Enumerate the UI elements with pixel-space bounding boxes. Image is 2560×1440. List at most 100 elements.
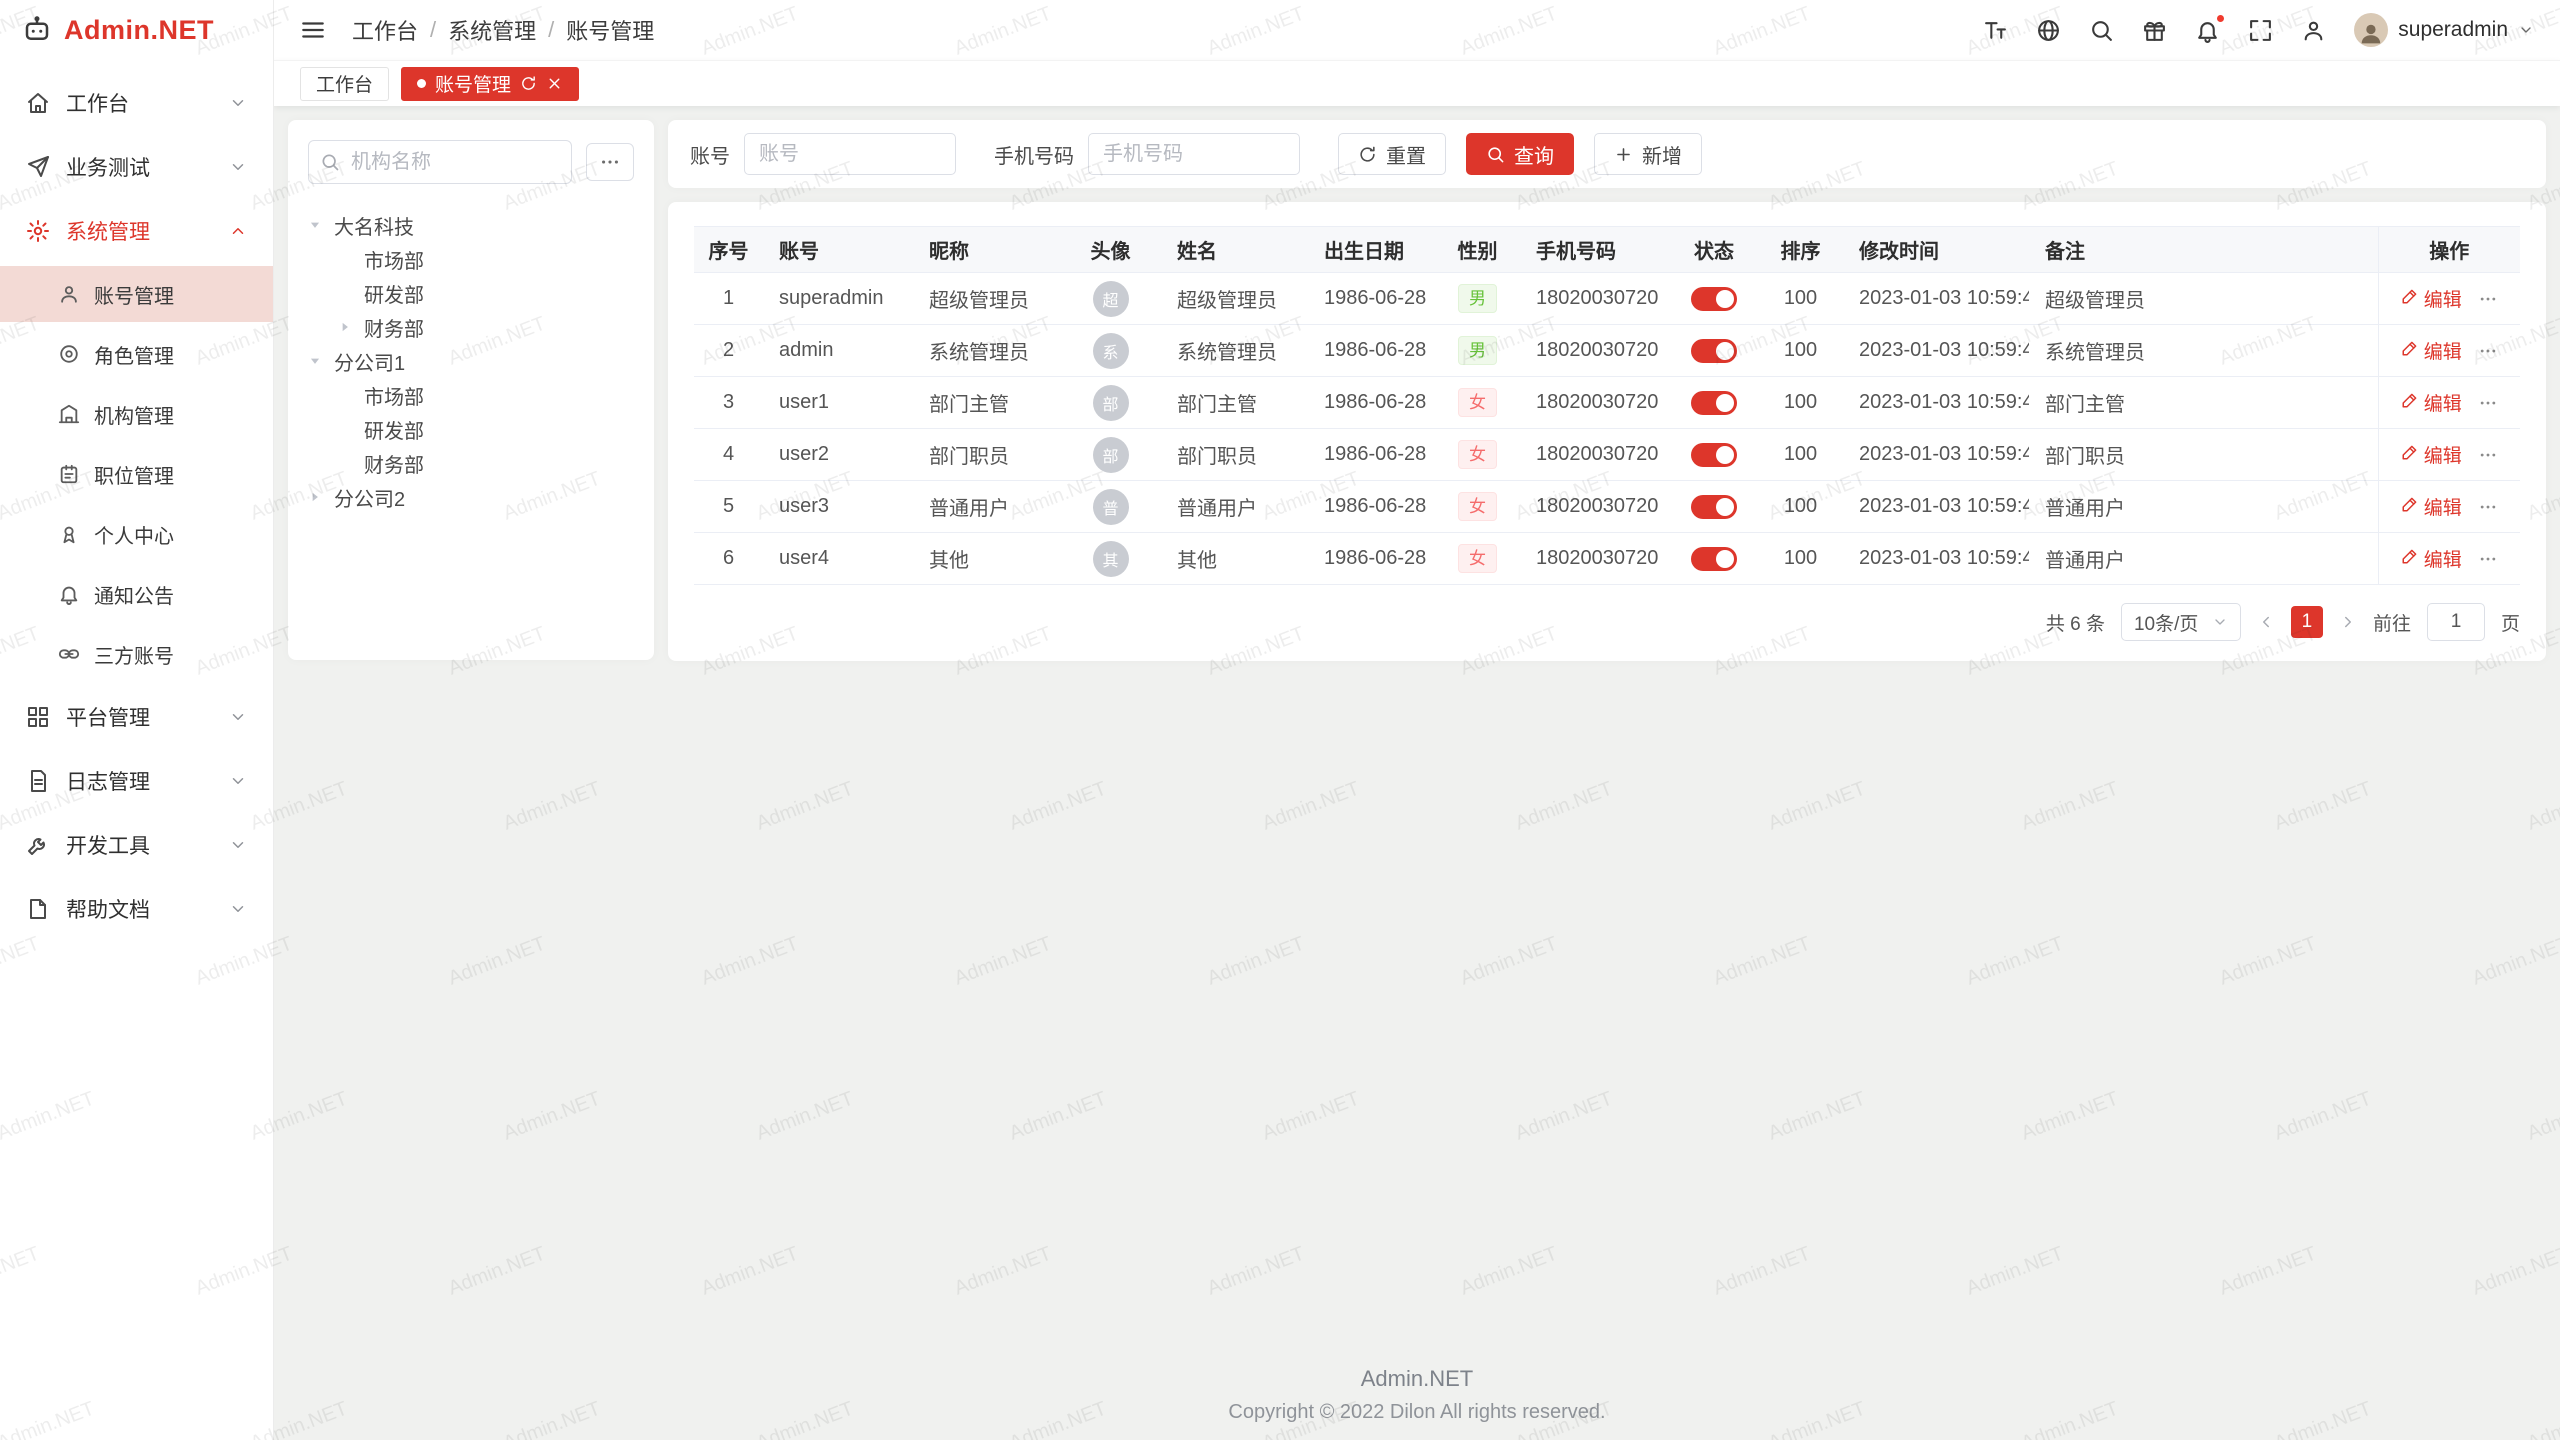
- sidebar-subitem[interactable]: 角色管理: [0, 326, 273, 382]
- search-button[interactable]: 查询: [1466, 133, 1574, 175]
- tab[interactable]: 账号管理: [401, 67, 579, 101]
- sidebar-item[interactable]: 平台管理: [0, 688, 273, 746]
- gift-icon[interactable]: [2142, 18, 2167, 43]
- tree-node[interactable]: 研发部: [308, 276, 634, 310]
- breadcrumb-separator: /: [430, 17, 436, 43]
- row-more-button[interactable]: [2478, 289, 2498, 309]
- tree-node[interactable]: 财务部: [308, 446, 634, 480]
- next-page-button[interactable]: [2339, 613, 2357, 631]
- table-row: 4user2部门职员部部门职员1986-06-28女18020030720100…: [694, 429, 2520, 481]
- cell-remark: 超级管理员: [2029, 273, 2378, 325]
- tab[interactable]: 工作台: [300, 67, 389, 101]
- sidebar-item[interactable]: 日志管理: [0, 752, 273, 810]
- prev-page-button[interactable]: [2257, 613, 2275, 631]
- tree-node-label: 研发部: [364, 279, 424, 308]
- tree-node[interactable]: 大名科技: [308, 208, 634, 242]
- tree-caret-icon[interactable]: [308, 217, 334, 233]
- globe-icon[interactable]: [2036, 18, 2061, 43]
- reset-label: 重置: [1386, 140, 1426, 169]
- tree-node[interactable]: 研发部: [308, 412, 634, 446]
- edit-button[interactable]: 编辑: [2401, 441, 2462, 468]
- breadcrumb-item[interactable]: 账号管理: [566, 14, 654, 46]
- edit-button[interactable]: 编辑: [2401, 545, 2462, 572]
- doc-icon: [26, 897, 50, 921]
- tree-node[interactable]: 分公司1: [308, 344, 634, 378]
- tree-caret-icon[interactable]: [308, 489, 334, 505]
- row-more-button[interactable]: [2478, 497, 2498, 517]
- sidebar-subitem[interactable]: 职位管理: [0, 446, 273, 502]
- edit-button[interactable]: 编辑: [2401, 493, 2462, 520]
- status-toggle[interactable]: [1691, 547, 1737, 571]
- page-size-select[interactable]: 10条/页: [2121, 603, 2241, 641]
- sidebar-subitem[interactable]: 机构管理: [0, 386, 273, 442]
- row-more-button[interactable]: [2478, 445, 2498, 465]
- sidebar-subitem[interactable]: 通知公告: [0, 566, 273, 622]
- edit-button[interactable]: 编辑: [2401, 389, 2462, 416]
- column-header: 账号: [763, 227, 913, 273]
- tree-node[interactable]: 分公司2: [308, 480, 634, 514]
- reset-button[interactable]: 重置: [1338, 133, 1446, 175]
- edit-icon: [2401, 495, 2419, 519]
- font-size-icon[interactable]: [1983, 18, 2008, 43]
- cell-remark: 部门职员: [2029, 429, 2378, 481]
- close-icon[interactable]: [546, 75, 563, 92]
- add-button[interactable]: 新增: [1594, 133, 1702, 175]
- sidebar-item[interactable]: 工作台: [0, 74, 273, 132]
- sidebar-item[interactable]: 开发工具: [0, 816, 273, 874]
- tree-caret-icon[interactable]: [308, 353, 334, 369]
- user-menu[interactable]: superadmin: [2354, 13, 2534, 47]
- status-toggle[interactable]: [1691, 339, 1737, 363]
- bell-icon[interactable]: [2195, 18, 2220, 43]
- edit-button[interactable]: 编辑: [2401, 337, 2462, 364]
- sidebar-subitem[interactable]: 账号管理: [0, 266, 273, 322]
- status-toggle[interactable]: [1691, 443, 1737, 467]
- content: 大名科技市场部研发部财务部分公司1市场部研发部财务部分公司2 账号 手机号码 重…: [274, 106, 2560, 1440]
- cell-birthdate: 1986-06-28: [1308, 429, 1435, 481]
- sidebar-subitem[interactable]: 个人中心: [0, 506, 273, 562]
- menu-collapse-icon[interactable]: [300, 17, 326, 43]
- tree-caret-spacer: [338, 421, 364, 437]
- org-search-input[interactable]: [308, 140, 572, 184]
- account-label: 账号: [690, 140, 730, 169]
- cell-actions: 编辑: [2378, 533, 2520, 585]
- tree-caret-spacer: [338, 455, 364, 471]
- row-more-button[interactable]: [2478, 549, 2498, 569]
- tree-node-label: 分公司1: [334, 347, 405, 376]
- bell-icon: [58, 583, 80, 605]
- user-icon[interactable]: [2301, 18, 2326, 43]
- status-toggle[interactable]: [1691, 391, 1737, 415]
- avatar: [2354, 13, 2388, 47]
- tree-node[interactable]: 市场部: [308, 378, 634, 412]
- tree-node[interactable]: 市场部: [308, 242, 634, 276]
- sidebar-subitem[interactable]: 三方账号: [0, 626, 273, 682]
- app-title: Admin.NET: [64, 15, 214, 46]
- status-toggle[interactable]: [1691, 495, 1737, 519]
- edit-button[interactable]: 编辑: [2401, 285, 2462, 312]
- refresh-icon[interactable]: [520, 75, 537, 92]
- row-more-button[interactable]: [2478, 393, 2498, 413]
- edit-icon: [2401, 547, 2419, 571]
- cell-birthdate: 1986-06-28: [1308, 481, 1435, 533]
- page-number-button[interactable]: 1: [2291, 606, 2323, 638]
- account-input[interactable]: [744, 133, 956, 175]
- sidebar-item-label: 日志管理: [66, 766, 150, 796]
- breadcrumb-item[interactable]: 系统管理: [448, 14, 536, 46]
- org-more-button[interactable]: [586, 143, 634, 181]
- phone-input[interactable]: [1088, 133, 1300, 175]
- breadcrumb-item[interactable]: 工作台: [352, 14, 418, 46]
- status-toggle[interactable]: [1691, 287, 1737, 311]
- cell-status: [1670, 481, 1758, 533]
- sidebar-item[interactable]: 业务测试: [0, 138, 273, 196]
- tree-node[interactable]: 财务部: [308, 310, 634, 344]
- fullscreen-icon[interactable]: [2248, 18, 2273, 43]
- avatar-badge: 其: [1093, 541, 1129, 577]
- sidebar-item[interactable]: 系统管理: [0, 202, 273, 260]
- row-more-button[interactable]: [2478, 341, 2498, 361]
- edit-icon: [2401, 287, 2419, 311]
- sidebar-item[interactable]: 帮助文档: [0, 880, 273, 938]
- search-icon[interactable]: [2089, 18, 2114, 43]
- app-logo[interactable]: Admin.NET: [0, 0, 273, 60]
- tree-caret-icon[interactable]: [338, 319, 364, 335]
- edit-label: 编辑: [2424, 337, 2462, 364]
- goto-page-input[interactable]: [2427, 603, 2485, 641]
